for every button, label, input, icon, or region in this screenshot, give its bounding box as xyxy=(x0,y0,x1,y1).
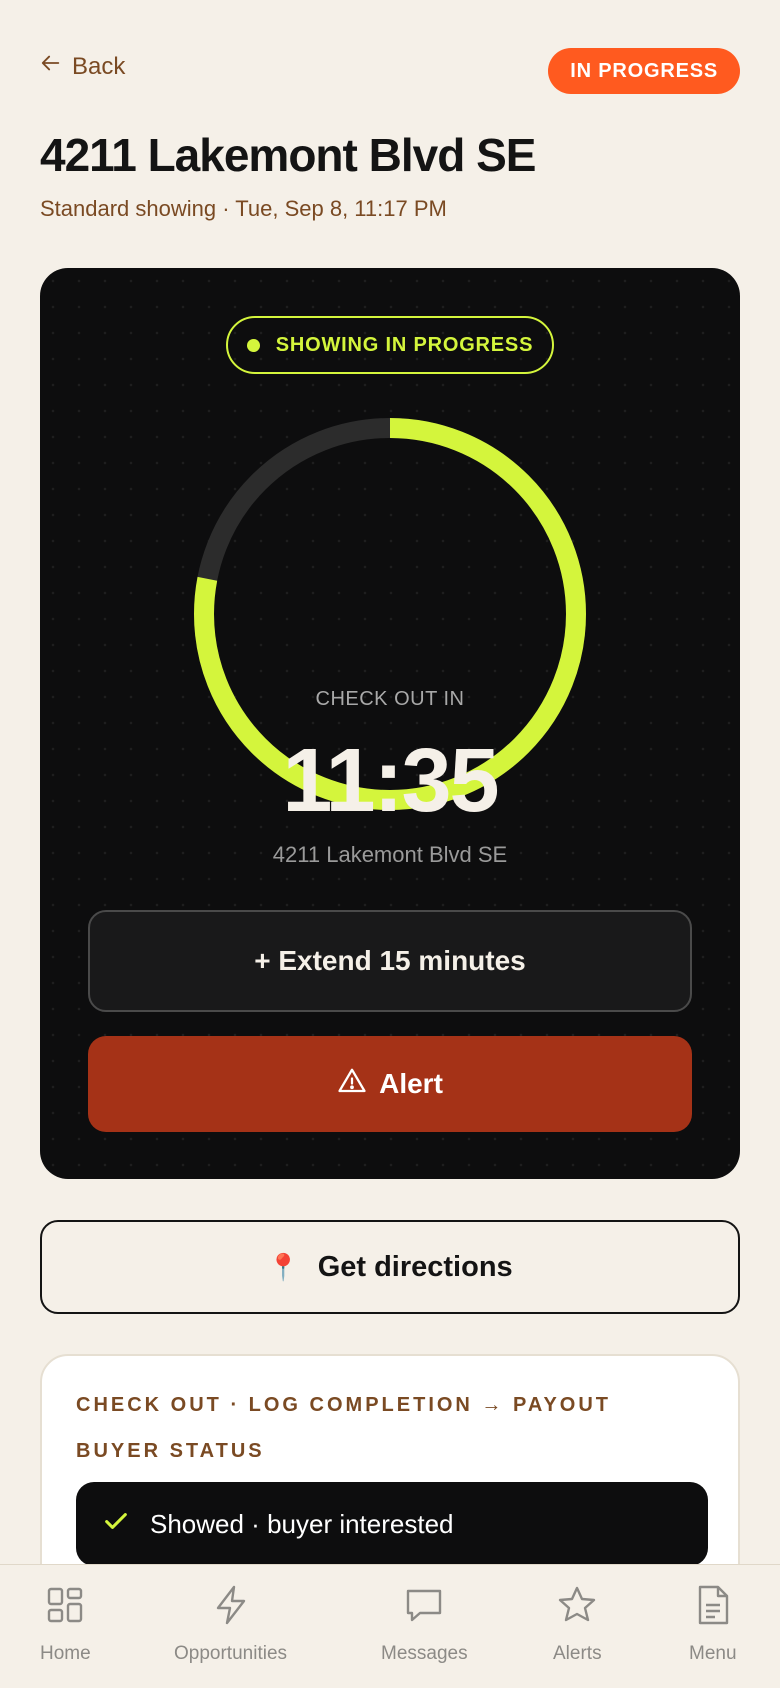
buyer-status-option-selected[interactable]: Showed · buyer interested xyxy=(76,1482,708,1566)
check-icon xyxy=(102,1507,130,1542)
buyer-status-option-label: Showed · buyer interested xyxy=(150,1508,454,1539)
star-icon xyxy=(555,1583,599,1633)
alert-button[interactable]: Alert xyxy=(88,1036,692,1132)
bottom-tab-bar: Home Opportunities Messages Alerts Menu xyxy=(0,1564,780,1688)
live-dot-icon xyxy=(246,338,260,352)
showing-status-pill: SHOWING IN PROGRESS xyxy=(226,316,554,374)
showing-status-label: SHOWING IN PROGRESS xyxy=(275,333,534,356)
tab-home-label: Home xyxy=(40,1643,91,1664)
get-directions-button[interactable]: 📍 Get directions xyxy=(40,1220,740,1314)
get-directions-label: Get directions xyxy=(317,1250,513,1283)
buyer-status-heading: BUYER STATUS xyxy=(76,1440,265,1462)
tab-messages-label: Messages xyxy=(381,1643,468,1664)
showing-address: 4211 Lakemont Blvd SE xyxy=(272,842,508,867)
status-badge: IN PROGRESS xyxy=(548,48,740,94)
tab-alerts[interactable]: Alerts xyxy=(553,1583,602,1665)
tab-opportunities-label: Opportunities xyxy=(174,1643,288,1664)
countdown-time: 11:35 xyxy=(282,731,499,831)
tab-home[interactable]: Home xyxy=(40,1583,91,1665)
tab-opportunities[interactable]: Opportunities xyxy=(174,1583,287,1665)
extend-time-button[interactable]: + Extend 15 minutes xyxy=(88,910,692,1012)
tab-alerts-label: Alerts xyxy=(553,1643,602,1664)
grid-icon xyxy=(43,1583,87,1633)
map-pin-icon: 📍 xyxy=(267,1251,300,1282)
back-label: Back xyxy=(72,52,126,80)
document-icon xyxy=(691,1583,735,1633)
back-button[interactable]: Back xyxy=(40,52,125,81)
showing-timer-card: SHOWING IN PROGRESS CHECK OUT IN 11:35 4… xyxy=(40,268,740,1179)
arrow-left-icon xyxy=(40,52,62,81)
countdown-ring: CHECK OUT IN 11:35 xyxy=(194,418,586,826)
warning-icon xyxy=(337,1066,367,1103)
tab-messages[interactable]: Messages xyxy=(381,1583,468,1665)
tab-menu-label: Menu xyxy=(689,1643,737,1664)
page-title: 4211 Lakemont Blvd SE xyxy=(40,129,536,181)
bolt-icon xyxy=(209,1583,253,1633)
tab-menu[interactable]: Menu xyxy=(689,1583,737,1665)
countdown-label: CHECK OUT IN xyxy=(315,688,465,710)
message-icon xyxy=(402,1583,446,1633)
completion-kicker: CHECK OUT · LOG COMPLETION → PAYOUT xyxy=(76,1394,612,1416)
page-subtitle: Standard showing · Tue, Sep 8, 11:17 PM xyxy=(40,196,447,221)
alert-label: Alert xyxy=(379,1068,443,1099)
